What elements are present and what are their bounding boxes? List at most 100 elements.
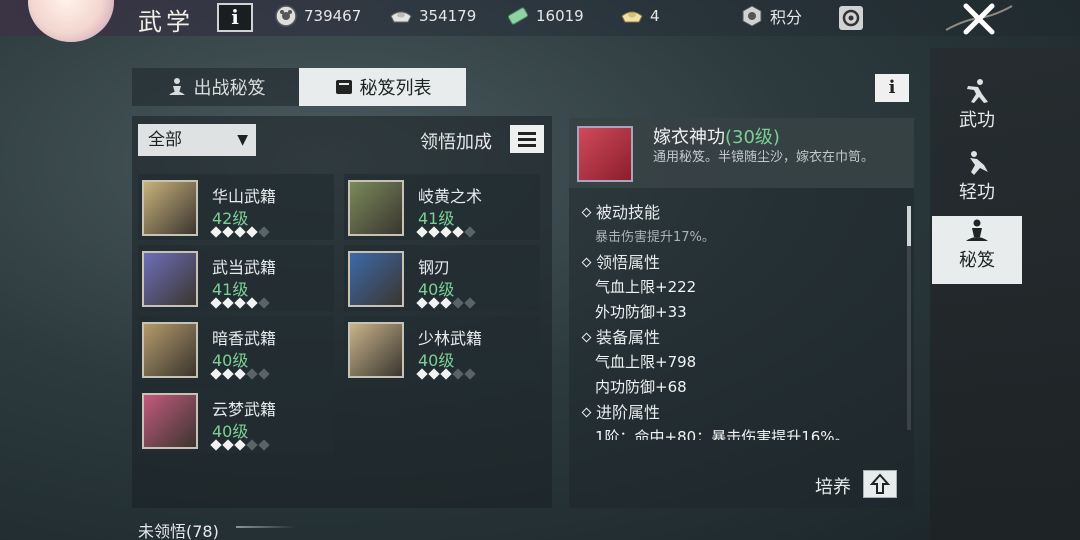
settings-gear-icon[interactable] — [836, 3, 866, 33]
nav-item-books[interactable]: 秘笈 — [932, 216, 1022, 284]
attribute-line: 内功防御+68 — [595, 378, 687, 396]
section-title: 进阶属性 — [596, 403, 661, 422]
scroll-icon — [335, 80, 352, 94]
upgrade-arrow-icon — [869, 473, 891, 494]
star-dot — [464, 368, 476, 380]
martial-stance-icon — [967, 79, 988, 103]
star-dot — [246, 439, 258, 451]
meditate-icon — [168, 78, 185, 95]
star-dot — [428, 226, 440, 238]
book-thumbnail-icon — [348, 322, 404, 378]
close-icon[interactable] — [944, 0, 1014, 36]
star-rating — [210, 439, 270, 451]
book-level: 40级 — [418, 351, 455, 370]
book-card[interactable]: 华山武籍 42级 — [138, 174, 334, 240]
star-dot — [258, 226, 270, 238]
book-card[interactable]: 武当武籍 41级 — [138, 245, 334, 311]
tab-book-list[interactable]: 秘笈列表 — [299, 68, 466, 106]
boost-label: 领悟加成 — [420, 132, 492, 153]
star-dot — [210, 368, 222, 380]
star-dot — [258, 368, 270, 380]
book-thumbnail-icon — [142, 180, 198, 236]
nav-label: 轻功 — [959, 182, 995, 203]
section-heading: 领悟属性 — [581, 250, 899, 275]
book-level: 42级 — [212, 209, 249, 228]
book-name: 暗香武籍 — [212, 329, 277, 348]
resource-coins: 739467 — [274, 4, 361, 28]
attribute-line: 1阶：命中+80；暴击伤害提升16%。 — [595, 428, 850, 440]
detail-header: 嫁衣神功(30级) 通用秘笈。半镜随尘沙，嫁衣在巾笥。 — [569, 118, 914, 188]
book-thumbnail-icon — [348, 251, 404, 307]
book-name: 华山武籍 — [212, 187, 277, 206]
star-dot — [452, 226, 464, 238]
train-button[interactable] — [863, 470, 897, 498]
star-dot — [452, 368, 464, 380]
tab-battle-books[interactable]: 出战秘笈 — [132, 68, 299, 106]
nav-label: 武功 — [959, 110, 995, 131]
star-rating — [210, 226, 270, 238]
star-dot — [246, 297, 258, 309]
star-dot — [234, 297, 246, 309]
book-name: 少林武籍 — [418, 329, 483, 348]
book-card[interactable]: 云梦武籍 40级 — [138, 387, 334, 453]
points-label: 积分 — [770, 8, 803, 27]
book-name: 岐黄之术 — [418, 187, 483, 206]
book-card[interactable]: 暗香武籍 40级 — [138, 316, 334, 382]
resource-jade: 16019 — [506, 4, 584, 28]
detail-body: 被动技能 暴击伤害提升17%。 领悟属性 气血上限+222 外功防御+33 装备属性 气血上… — [581, 200, 899, 440]
book-level: 41级 — [212, 280, 249, 299]
section-heading: 被动技能 — [581, 200, 899, 225]
section-title: 领悟属性 — [596, 253, 661, 272]
book-list-pane: 全部 ▼ 领悟加成 华山武籍 42级 岐黄之术 41级 武当武籍 41级 钢刃 40级 … — [132, 116, 552, 540]
star-dot — [416, 226, 428, 238]
star-dot — [234, 439, 246, 451]
star-rating — [210, 297, 270, 309]
detail-level: (30级) — [725, 127, 780, 148]
book-detail-pane: 嫁衣神功(30级) 通用秘笈。半镜随尘沙，嫁衣在巾笥。 被动技能 暴击伤害提升17… — [569, 118, 914, 508]
book-card[interactable]: 少林武籍 40级 — [344, 316, 540, 382]
star-dot — [440, 297, 452, 309]
section-title: 装备属性 — [596, 328, 661, 347]
resource-gold: 4 — [620, 4, 660, 28]
section-heading: 进阶属性 — [581, 400, 899, 425]
info-button-top[interactable]: i — [217, 3, 253, 32]
points-button[interactable]: 积分 — [740, 4, 802, 28]
star-dot — [222, 368, 234, 380]
page-title: 武学 — [138, 8, 194, 36]
filter-dropdown[interactable]: 全部 ▼ — [138, 124, 256, 156]
silver-ingot-icon — [390, 11, 412, 23]
diamond-bullet-icon — [581, 207, 592, 218]
star-dot — [416, 297, 428, 309]
points-badge-icon — [742, 5, 762, 27]
star-rating — [416, 226, 476, 238]
star-dot — [222, 439, 234, 451]
list-view-button[interactable] — [510, 125, 544, 153]
detail-title: 嫁衣神功(30级) — [653, 123, 780, 149]
book-level: 40级 — [418, 280, 455, 299]
star-dot — [210, 297, 222, 309]
star-dot — [258, 439, 270, 451]
section-title: 被动技能 — [596, 203, 661, 222]
star-dot — [258, 297, 270, 309]
scrollbar-thumb[interactable] — [907, 206, 911, 246]
nav-item-lightness[interactable]: 轻功 — [932, 148, 1022, 216]
book-thumbnail-icon — [348, 180, 404, 236]
star-dot — [222, 297, 234, 309]
book-card[interactable]: 岐黄之术 41级 — [344, 174, 540, 240]
diamond-bullet-icon — [581, 332, 592, 343]
star-dot — [428, 297, 440, 309]
nav-item-martial[interactable]: 武功 — [932, 76, 1022, 144]
nav-label: 秘笈 — [959, 250, 995, 271]
book-thumbnail-icon — [142, 322, 198, 378]
book-card[interactable]: 钢刃 40级 — [344, 245, 540, 311]
star-dot — [246, 226, 258, 238]
info-button[interactable]: i — [875, 74, 909, 102]
star-rating — [210, 368, 270, 380]
meditate-icon — [966, 219, 988, 241]
detail-name: 嫁衣神功 — [653, 127, 725, 148]
book-level: 40级 — [212, 351, 249, 370]
book-cover-icon — [577, 126, 633, 182]
star-dot — [222, 226, 234, 238]
gold-ingot-icon — [621, 11, 643, 23]
train-label: 培养 — [815, 477, 851, 498]
